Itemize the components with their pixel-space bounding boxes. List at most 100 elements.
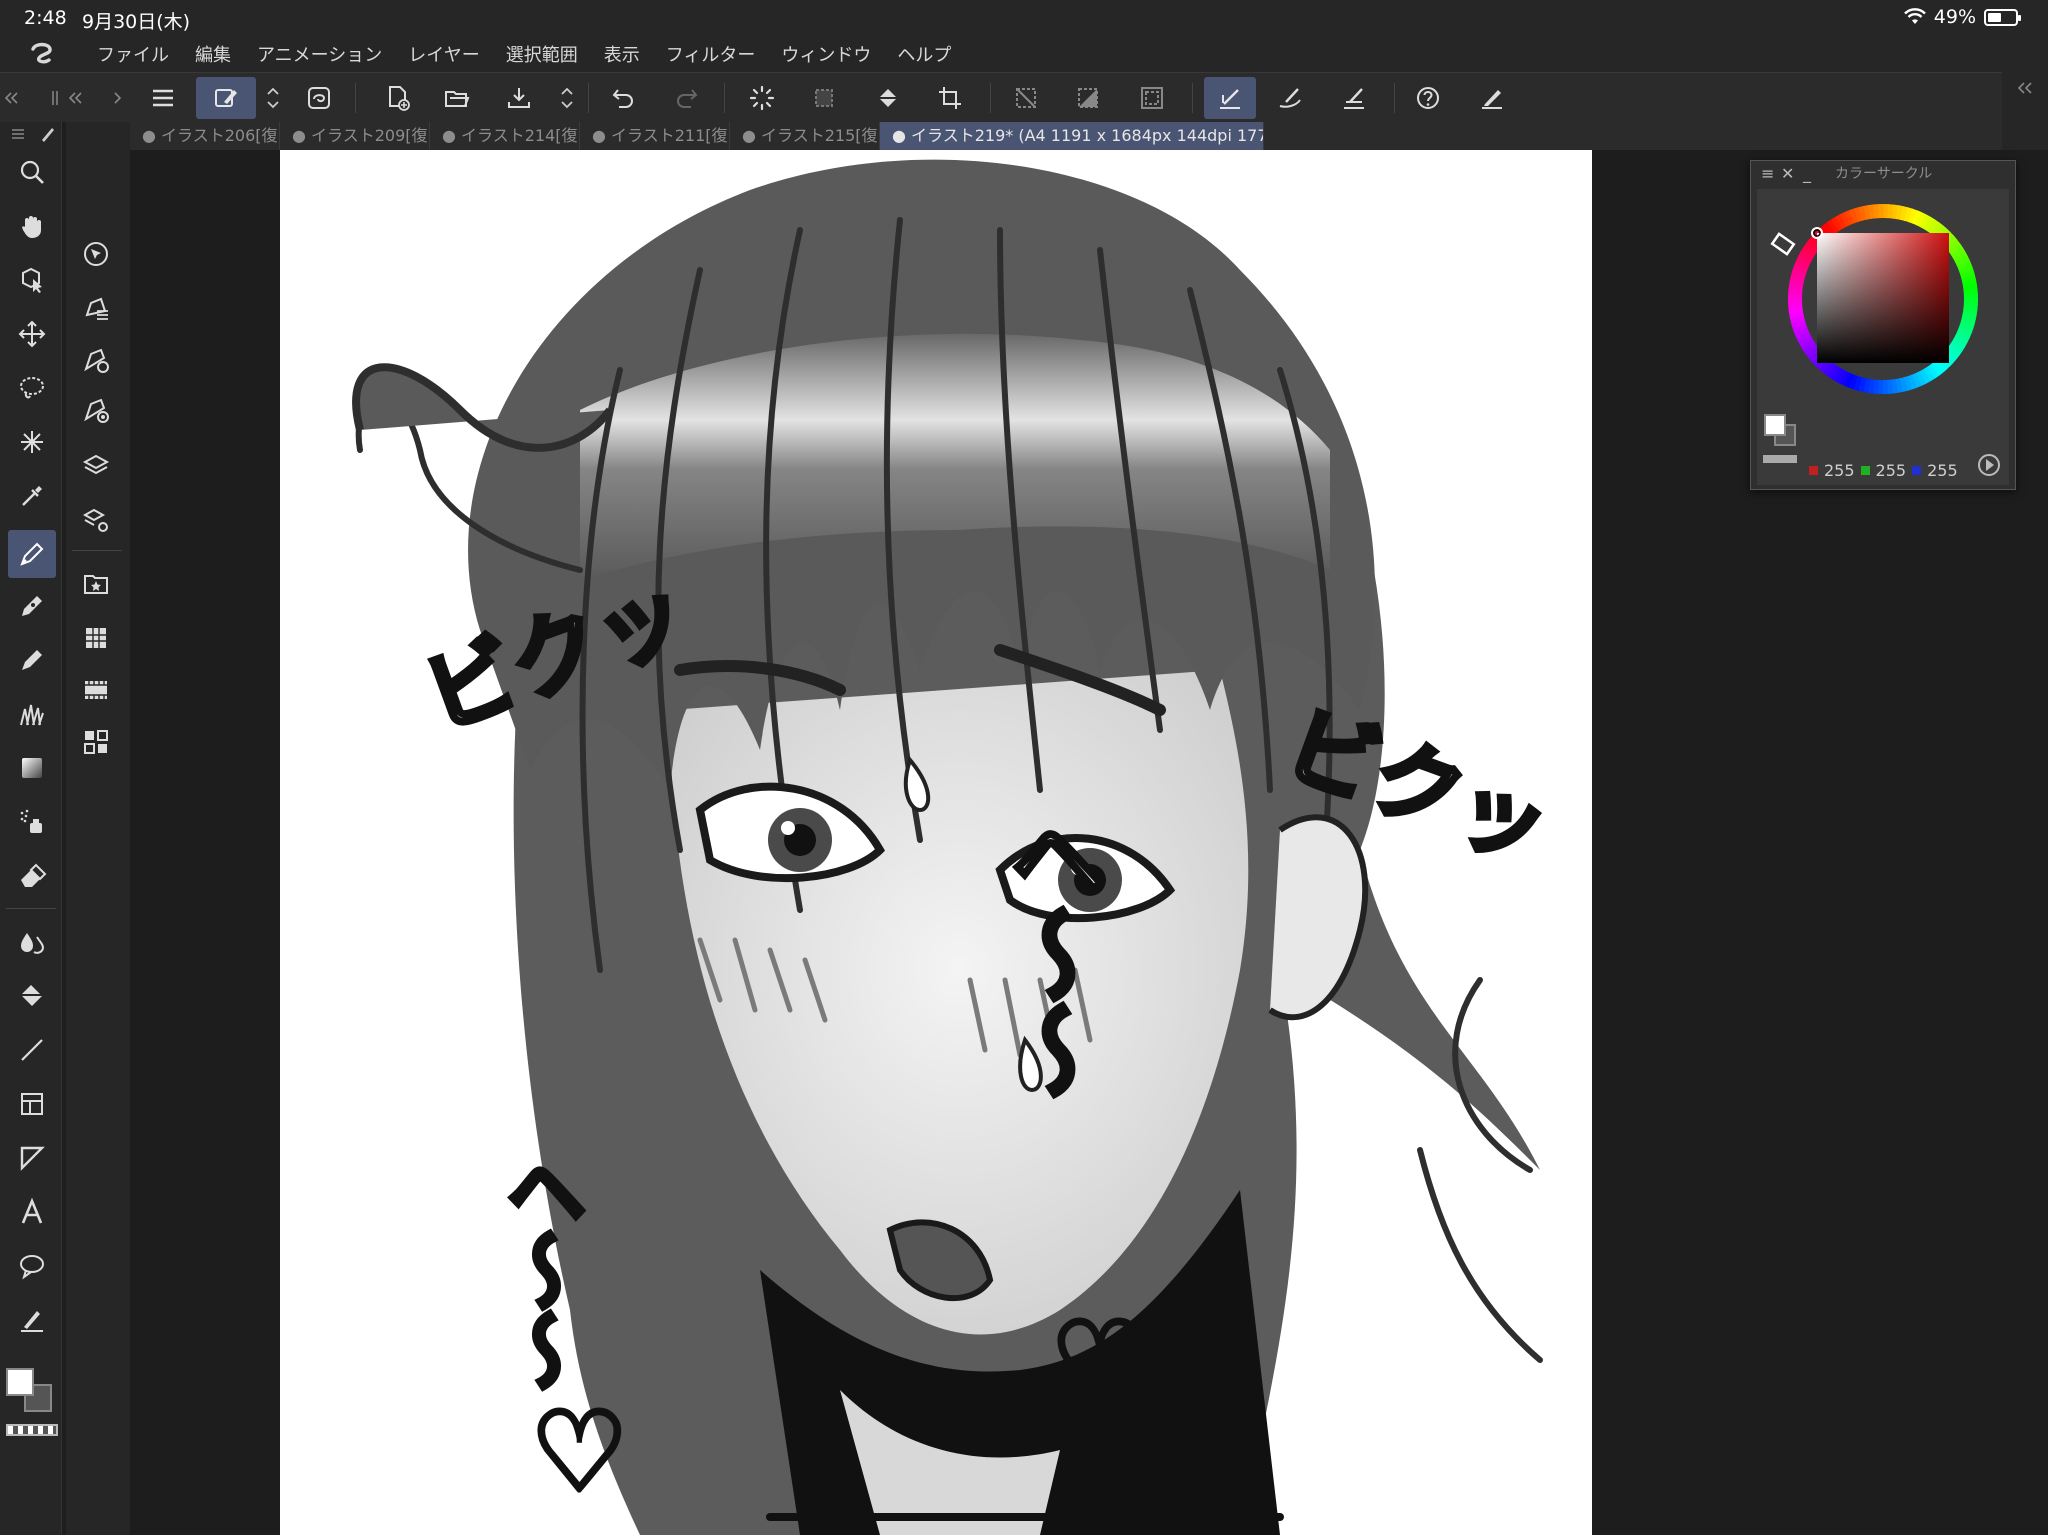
document-tab[interactable]: ● イラスト215[復: [730, 122, 880, 150]
updown-chevron-icon-2[interactable]: [556, 77, 578, 119]
airbrush-tool-icon[interactable]: [10, 800, 54, 844]
lasso-select-tool-icon[interactable]: [10, 366, 54, 410]
menu-file[interactable]: ファイル: [84, 41, 182, 67]
toolbar-separator: [990, 83, 991, 113]
main-color-swatch[interactable]: [6, 1368, 34, 1396]
zoom-tool-icon[interactable]: [10, 150, 54, 194]
expand-right-icon[interactable]: [106, 77, 128, 119]
menu-view[interactable]: 表示: [591, 41, 653, 67]
selection-border-icon[interactable]: [1130, 77, 1174, 119]
palette-menu-icon[interactable]: [8, 124, 28, 144]
fill-tool-icon[interactable]: [10, 974, 54, 1018]
clear-layer-icon[interactable]: [802, 77, 846, 119]
palette-main-color[interactable]: [1764, 414, 1786, 436]
status-date: 9月30日(木): [82, 11, 191, 33]
palette-body: [1757, 189, 2009, 485]
deselect-icon[interactable]: [1004, 77, 1048, 119]
snap-ruler-icon[interactable]: [1204, 77, 1256, 119]
layer-property-icon[interactable]: [74, 498, 118, 542]
menu-help[interactable]: ヘルプ: [884, 41, 964, 67]
minimize-icon[interactable]: _: [1803, 161, 1811, 187]
pencil-tool-icon[interactable]: [10, 584, 54, 628]
palette-menu-icon[interactable]: ≡: [1761, 161, 1774, 187]
tool-property-icon[interactable]: [74, 286, 118, 330]
brush-size-icon[interactable]: [74, 338, 118, 382]
clip-studio-logo-icon[interactable]: [0, 36, 84, 72]
frame-border-tool-icon[interactable]: [10, 1082, 54, 1126]
document-tab[interactable]: ● イラスト211[復: [580, 122, 730, 150]
help-icon[interactable]: [1406, 77, 1450, 119]
eraser-tool-icon[interactable]: [10, 854, 54, 898]
palette-titlebar[interactable]: ≡ ✕ _ カラーサークル: [1751, 161, 2015, 187]
text-tool-icon[interactable]: [10, 1190, 54, 1234]
magic-wand-tool-icon[interactable]: [10, 420, 54, 464]
palette-transparent-swatch[interactable]: [1763, 455, 1797, 463]
edge-keyboard-icon[interactable]: [297, 77, 341, 119]
layer-icon[interactable]: [74, 444, 118, 488]
figure-line-tool-icon[interactable]: [10, 1028, 54, 1072]
battery-percent: 49%: [1933, 6, 1976, 28]
balloon-tool-icon[interactable]: [10, 1244, 54, 1288]
brush-tool-icon[interactable]: [10, 638, 54, 682]
menu-window[interactable]: ウィンドウ: [768, 41, 884, 67]
material-icon[interactable]: [74, 562, 118, 606]
document-tab[interactable]: ● イラスト206[復: [130, 122, 280, 150]
snap-special-ruler-icon[interactable]: [1268, 77, 1312, 119]
pen-tool-icon[interactable]: [8, 530, 56, 578]
snap-grid-icon[interactable]: [1332, 77, 1376, 119]
close-icon[interactable]: ✕: [1781, 161, 1794, 187]
save-icon[interactable]: [497, 77, 541, 119]
redo-icon[interactable]: [664, 77, 708, 119]
sub-view-icon[interactable]: [74, 616, 118, 660]
timeline-icon[interactable]: [74, 668, 118, 712]
invert-selection-icon[interactable]: [1066, 77, 1110, 119]
blend-tool-icon[interactable]: [10, 920, 54, 964]
sub-tool-palette: [66, 122, 130, 1535]
drawing-canvas[interactable]: ビクッ ビクッ ヘ〜〜 ヘ〜〜 ♡ ♡: [280, 150, 1592, 1535]
navigator-icon[interactable]: [74, 232, 118, 276]
document-tab[interactable]: ● イラスト214[復: [430, 122, 580, 150]
collapse-left-icon-2[interactable]: [64, 77, 86, 119]
sfx-text-he-left: ヘ〜〜: [494, 1150, 587, 1390]
move-layer-tool-icon[interactable]: [10, 312, 54, 356]
toolbar-separator: [355, 83, 356, 113]
hand-tool-icon[interactable]: [10, 204, 54, 248]
green-value: 255: [1875, 461, 1907, 480]
menu-animation[interactable]: アニメーション: [244, 41, 395, 67]
color-wheel[interactable]: [1757, 189, 2009, 485]
fill-bucket-icon[interactable]: [866, 77, 910, 119]
eyedropper-tool-icon[interactable]: [10, 474, 54, 518]
ruler-tool-icon[interactable]: [10, 1136, 54, 1180]
document-tab-active[interactable]: ● イラスト219* (A4 1191 x 1684px 144dpi 177.…: [880, 122, 1264, 150]
modifier-key-icon[interactable]: [196, 77, 256, 119]
menu-filter[interactable]: フィルター: [653, 41, 769, 67]
loading-spinner-icon[interactable]: [740, 77, 784, 119]
menu-selection[interactable]: 選択範囲: [493, 41, 591, 67]
decoration-tool-icon[interactable]: [10, 692, 54, 736]
open-folder-icon[interactable]: [435, 77, 479, 119]
collapse-left-icon[interactable]: [0, 77, 22, 119]
menu-edit[interactable]: 編集: [182, 41, 244, 67]
updown-chevron-icon[interactable]: [262, 77, 284, 119]
hue-cursor[interactable]: [1770, 232, 1796, 256]
expand-right-dock-icon[interactable]: [2016, 80, 2034, 99]
menu-layer[interactable]: レイヤー: [395, 41, 492, 67]
undo-icon[interactable]: [602, 77, 646, 119]
crop-icon[interactable]: [928, 77, 972, 119]
animation-cels-icon[interactable]: [74, 720, 118, 764]
transparent-color-swatch[interactable]: [6, 1424, 58, 1436]
home-indicator[interactable]: [766, 1513, 1284, 1521]
hamburger-menu-icon[interactable]: [141, 77, 185, 119]
document-tab[interactable]: ● イラスト209[復: [280, 122, 430, 150]
pen-settings-icon[interactable]: [1470, 77, 1514, 119]
new-file-icon[interactable]: [375, 77, 419, 119]
operation-tool-icon[interactable]: [10, 258, 54, 302]
sfx-text-he: ヘ〜〜: [994, 810, 1106, 1098]
tool-divider: [6, 908, 56, 909]
palette-pen-icon[interactable]: [38, 124, 58, 144]
tool-settings-icon[interactable]: [74, 388, 118, 432]
grip-icon[interactable]: [44, 77, 66, 119]
gradient-tool-icon[interactable]: [10, 746, 54, 790]
correct-line-tool-icon[interactable]: [10, 1298, 54, 1342]
wifi-icon: [1903, 8, 1926, 24]
